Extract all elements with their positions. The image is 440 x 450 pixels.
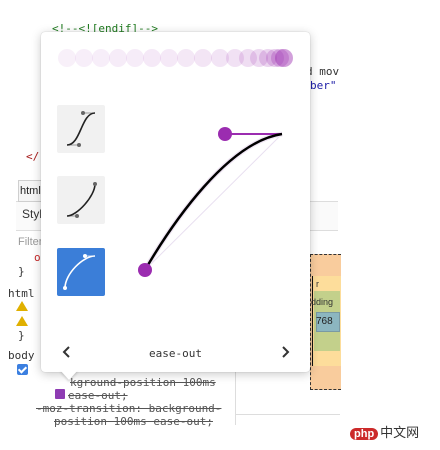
code-fragment-ber: ber" <box>310 79 337 92</box>
box-model-padding-label: dding <box>311 297 334 307</box>
bezier-swatch-icon[interactable] <box>55 389 65 399</box>
box-model-border-label: r <box>316 279 319 289</box>
ease-out-curve-icon <box>63 254 96 290</box>
rule-line: o <box>34 251 41 264</box>
css-property-moz-transition: -moz-transition: background- <box>36 402 222 415</box>
panel-divider <box>236 414 340 415</box>
control-point-2-handle[interactable] <box>218 127 232 141</box>
css-property-webkit-transition: kground-position 100ms <box>70 376 216 389</box>
ease-in-out-curve-icon <box>66 111 96 147</box>
css-value-ease-out: ease-out; <box>68 389 128 402</box>
control-point-1-handle[interactable] <box>138 263 152 277</box>
watermark-text: 中文网 <box>380 425 420 440</box>
popup-arrow <box>60 370 78 380</box>
watermark: php 中文网 <box>350 422 419 441</box>
chevron-right-icon <box>282 346 290 358</box>
warning-icon <box>16 316 28 326</box>
code-fragment-slash: </ <box>26 150 40 163</box>
watermark-logo: php <box>350 428 379 440</box>
box-model-content-width: 768 <box>316 316 333 327</box>
code-fragment-move: d mov <box>306 65 340 78</box>
preset-ease-in[interactable] <box>57 176 105 224</box>
css-property-moz-value: position 100ms ease-out; <box>54 415 213 428</box>
easing-name: ease-out <box>149 347 202 360</box>
property-checkbox[interactable] <box>17 364 28 375</box>
tab-styles[interactable]: Styl <box>22 207 42 221</box>
next-preset-button[interactable] <box>276 343 294 361</box>
selector-body: body <box>8 349 35 362</box>
preset-ease-in-out[interactable] <box>57 105 105 153</box>
warning-icon <box>16 301 28 311</box>
selector-html: html <box>8 287 35 300</box>
preset-ease-out[interactable] <box>57 248 105 296</box>
rule-brace: } <box>18 265 25 278</box>
ease-in-curve-icon <box>66 182 97 218</box>
cubic-bezier-editor-popup: ease-out <box>41 32 310 372</box>
timing-preview <box>58 49 293 67</box>
filter-input[interactable]: Filter <box>18 236 42 248</box>
rule-brace: } <box>18 329 25 342</box>
